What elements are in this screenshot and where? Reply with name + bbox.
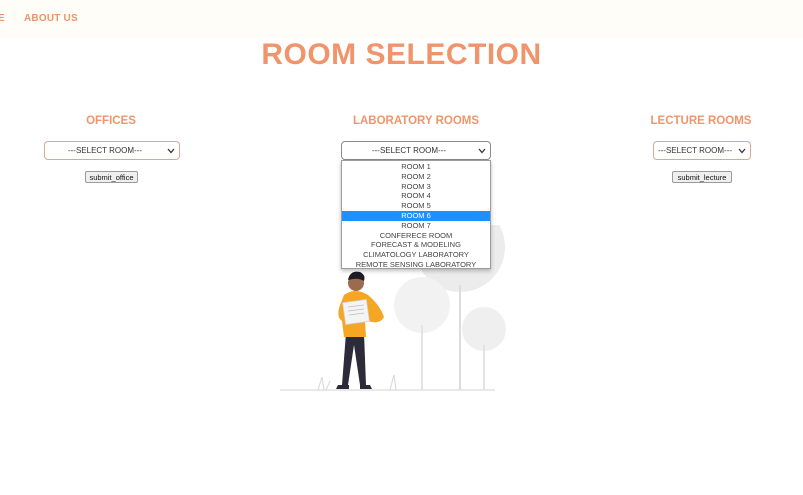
nav-link-about-us[interactable]: ABOUT US — [24, 13, 78, 24]
lecture-select[interactable]: ---SELECT ROOM--- — [653, 141, 751, 160]
top-nav-bar: E ABOUT US — [0, 0, 803, 38]
lecture-select-value: ---SELECT ROOM--- — [657, 146, 733, 155]
laboratory-heading: LABORATORY ROOMS — [352, 115, 480, 127]
chevron-down-icon — [167, 148, 175, 154]
dropdown-option[interactable]: ROOM 1 — [342, 162, 490, 172]
submit-office-button[interactable]: submit_office — [85, 171, 138, 183]
dropdown-option[interactable]: FORECAST & MODELING — [342, 240, 490, 250]
dropdown-option[interactable]: ROOM 2 — [342, 172, 490, 182]
laboratory-select-value: ---SELECT ROOM--- — [371, 146, 447, 155]
dropdown-option[interactable]: REMOTE SENSING LABORATORY — [342, 260, 490, 270]
submit-lecture-button[interactable]: submit_lecture — [672, 171, 732, 183]
laboratory-dropdown-list: ROOM 1 ROOM 2 ROOM 3 ROOM 4 ROOM 5 ROOM … — [341, 160, 491, 269]
lecture-heading: LECTURE ROOMS — [650, 115, 752, 127]
offices-select-value: ---SELECT ROOM--- — [67, 146, 143, 155]
laboratory-select[interactable]: ---SELECT ROOM--- — [341, 141, 491, 160]
dropdown-option[interactable]: CLIMATOLOGY LABORATORY — [342, 250, 490, 260]
offices-heading: OFFICES — [86, 115, 136, 127]
page-title: ROOM SELECTION — [261, 38, 542, 71]
dropdown-option[interactable]: ROOM 5 — [342, 201, 490, 211]
dropdown-option[interactable]: ROOM 3 — [342, 182, 490, 192]
offices-select[interactable]: ---SELECT ROOM--- — [44, 141, 180, 160]
dropdown-option-highlighted[interactable]: ROOM 6 — [342, 210, 490, 221]
nav-link-home[interactable]: E — [0, 13, 5, 24]
chevron-down-icon — [478, 148, 486, 154]
dropdown-option[interactable]: ROOM 4 — [342, 191, 490, 201]
dropdown-option[interactable]: ROOM 7 — [342, 221, 490, 231]
dropdown-option[interactable]: CONFERECE ROOM — [342, 231, 490, 241]
chevron-down-icon — [738, 148, 746, 154]
